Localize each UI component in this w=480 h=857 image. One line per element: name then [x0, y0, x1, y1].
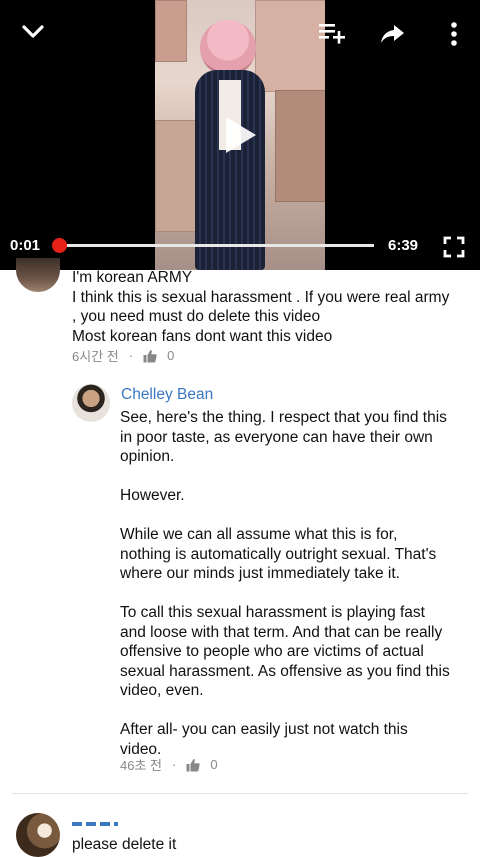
thumbs-up-icon[interactable]: [143, 349, 157, 363]
reply-line: While we can all assume what this is for…: [120, 526, 398, 543]
comment-meta: 6시간 전 · 0: [72, 346, 174, 365]
like-count: 0: [210, 757, 218, 772]
comment-divider: [12, 793, 468, 794]
reply-line: See, here's the thing. I respect that yo…: [120, 409, 447, 426]
reply-line: [120, 467, 450, 487]
reply-author[interactable]: Chelley Bean: [121, 386, 213, 404]
reply-line: in poor taste, as everyone can have thei…: [120, 428, 433, 446]
share-icon[interactable]: [380, 22, 406, 46]
progress-track[interactable]: [60, 244, 374, 247]
comment-text: I'm korean ARMY I think this is sexual h…: [72, 268, 449, 346]
reply-line: [120, 506, 450, 526]
author-name-partial: [72, 822, 118, 826]
reply-text: See, here's the thing. I respect that yo…: [120, 408, 450, 759]
reply-line: However.: [120, 487, 185, 504]
fullscreen-icon[interactable]: [443, 236, 465, 258]
reply-avatar[interactable]: [72, 384, 110, 422]
reply-line: nothing is automatically outright sexual…: [120, 545, 437, 563]
thumbs-up-icon[interactable]: [186, 758, 200, 772]
reply-line: and loose with that term. And that can b…: [120, 623, 443, 641]
reply-line: After all- you can easily just not watch…: [120, 721, 408, 738]
reply-line: video, even.: [120, 682, 204, 699]
comment-line: Most korean fans dont want this video: [72, 327, 333, 345]
reply-line: [120, 584, 450, 604]
avatar[interactable]: [16, 258, 60, 292]
comment-text: please delete it: [72, 836, 177, 853]
more-vert-icon[interactable]: [446, 20, 462, 48]
comment-timestamp: 6시간 전: [72, 349, 119, 364]
reply-meta: 46초 전 · 0: [120, 755, 218, 774]
chevron-down-icon[interactable]: [20, 20, 46, 42]
reply-line: offensive to people who are victims of a…: [120, 643, 424, 660]
separator-dot: ·: [128, 348, 134, 363]
reply-line: opinion.: [120, 448, 175, 465]
add-to-playlist-icon[interactable]: [318, 22, 346, 46]
current-time: 0:01: [10, 237, 41, 254]
play-icon[interactable]: [226, 117, 256, 153]
reply-line: [120, 701, 450, 721]
comment-line: I think this is sexual harassment . If y…: [72, 288, 450, 306]
video-player[interactable]: 0:01 6:39: [0, 0, 480, 270]
reply-line: where our minds just immediately take it…: [120, 565, 400, 582]
comment-line: I'm korean ARMY: [72, 269, 193, 286]
like-count: 0: [167, 348, 175, 363]
progress-scrubber[interactable]: [52, 238, 67, 253]
separator-dot: ·: [172, 757, 177, 772]
reply-line: sexual harassment. As offensive as you f…: [120, 662, 450, 680]
duration: 6:39: [388, 237, 419, 254]
comment-line: , you need must do delete this video: [72, 308, 321, 325]
reply-timestamp: 46초 전: [120, 758, 162, 773]
avatar[interactable]: [16, 813, 60, 857]
reply-line: To call this sexual harassment is playin…: [120, 604, 425, 621]
